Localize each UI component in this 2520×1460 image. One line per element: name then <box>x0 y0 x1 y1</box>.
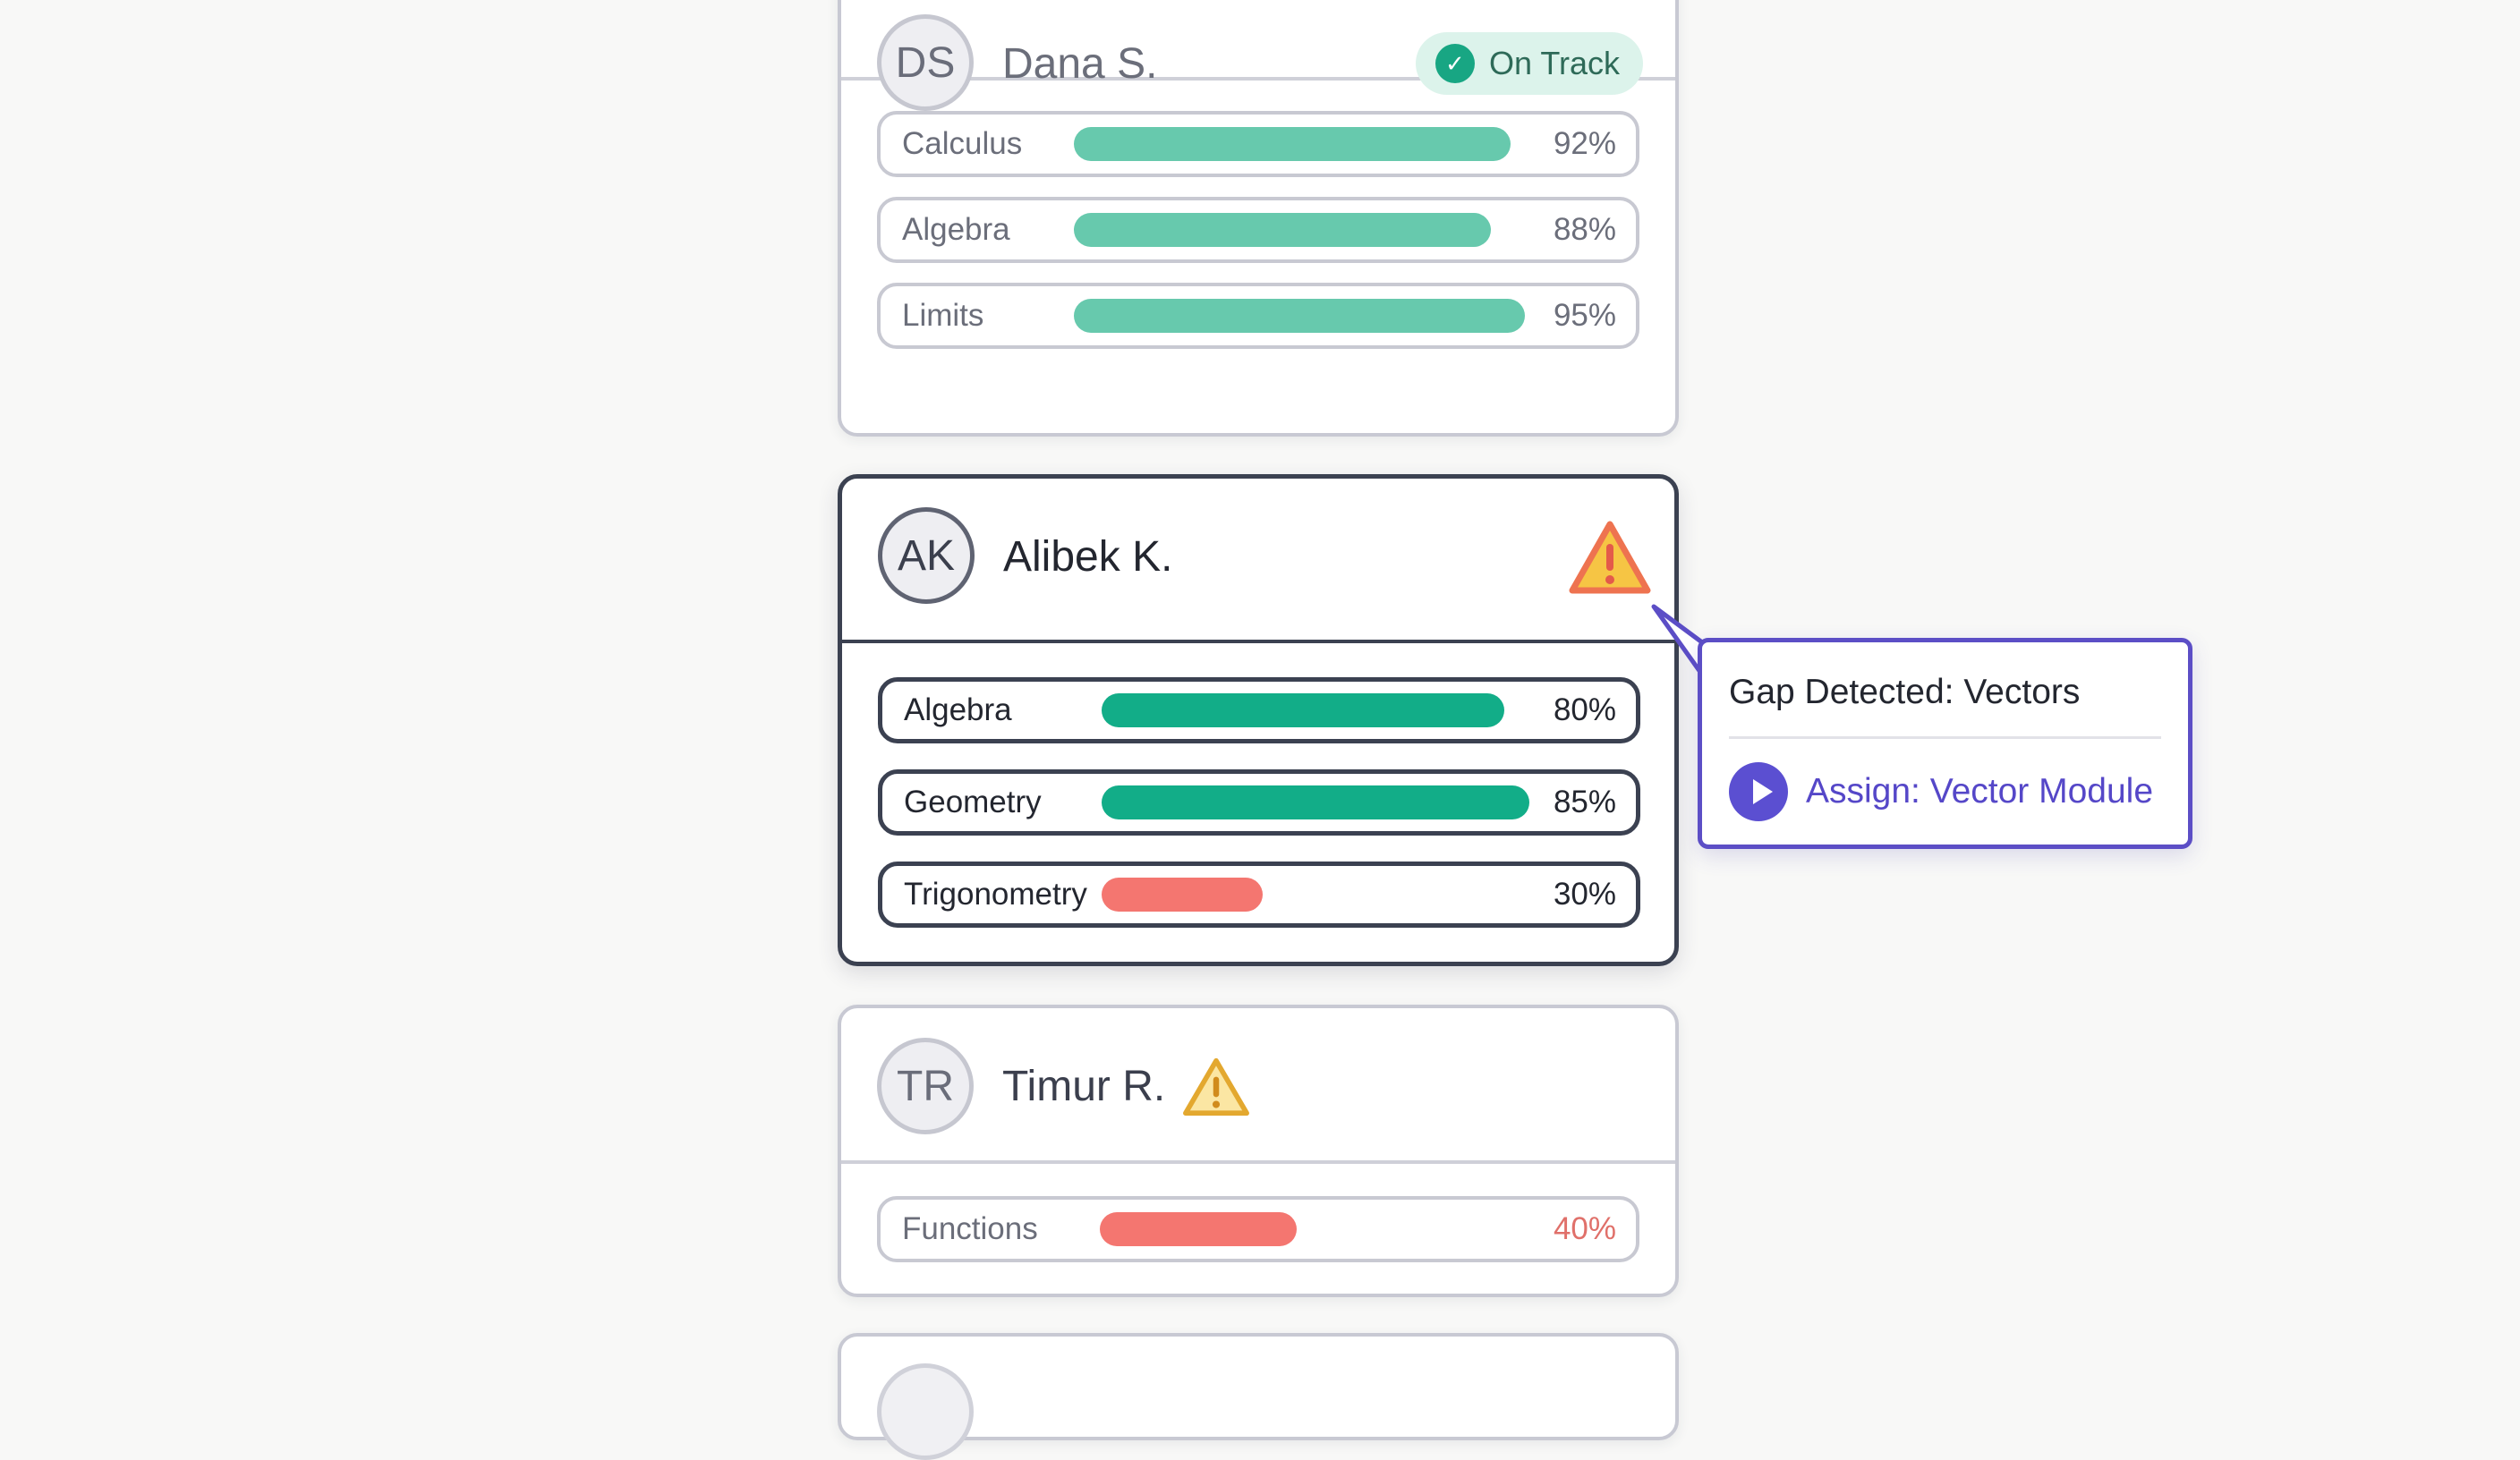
avatar: DS <box>877 14 974 111</box>
student-name: Alibek K. <box>1003 533 1173 581</box>
warning-icon[interactable] <box>1567 519 1653 598</box>
student-card-dana[interactable]: DS Dana S. ✓ On Track Calculus 92% Algeb… <box>838 0 1679 437</box>
subject-percent: 88% <box>1553 212 1616 247</box>
student-card-header: TR Timur R. <box>841 1008 1675 1164</box>
progress-bar <box>1100 1212 1592 1246</box>
subject-row[interactable]: Limits 95% <box>877 283 1639 349</box>
student-name: Dana S. <box>1002 40 1158 88</box>
subject-percent: 80% <box>1553 692 1616 727</box>
student-name: Timur R. <box>1002 1063 1166 1110</box>
tooltip-title: Gap Detected: Vectors <box>1729 673 2081 711</box>
progress-fill <box>1102 693 1504 727</box>
student-card-next[interactable] <box>838 1333 1679 1460</box>
subject-percent: 95% <box>1553 298 1616 333</box>
subject-name: Geometry <box>904 785 1042 819</box>
warning-icon[interactable] <box>1181 1055 1251 1119</box>
subject-row[interactable]: Calculus 92% <box>877 111 1639 177</box>
subject-percent: 85% <box>1553 785 1616 819</box>
divider <box>1729 736 2161 739</box>
subject-row[interactable]: Geometry 85% <box>878 769 1640 836</box>
progress-bar <box>1102 693 1605 727</box>
subject-percent: 92% <box>1553 126 1616 161</box>
gap-tooltip: Gap Detected: Vectors Assign: Vector Mod… <box>1698 638 2192 849</box>
check-circle-icon: ✓ <box>1435 44 1475 83</box>
status-label: On Track <box>1488 45 1620 81</box>
avatar <box>877 1363 974 1460</box>
student-card-header: DS Dana S. ✓ On Track <box>841 0 1675 111</box>
subject-row[interactable]: Functions 40% <box>877 1196 1639 1262</box>
status-badge: ✓ On Track <box>1415 32 1643 95</box>
subject-name: Calculus <box>902 126 1023 161</box>
progress-fill <box>1100 1212 1297 1246</box>
progress-bar <box>1074 127 1548 161</box>
progress-bar <box>1102 785 1605 819</box>
subject-name: Limits <box>902 298 984 333</box>
subject-name: Trigonometry <box>904 877 1087 912</box>
progress-bar <box>1074 299 1548 333</box>
subject-row[interactable]: Algebra 88% <box>877 197 1639 263</box>
progress-fill <box>1074 127 1511 161</box>
subject-name: Algebra <box>902 212 1010 247</box>
subject-name: Functions <box>902 1211 1038 1246</box>
subject-row[interactable]: Algebra 80% <box>878 677 1640 743</box>
student-card-header: AK Alibek K. <box>842 479 1674 643</box>
progress-fill <box>1102 785 1529 819</box>
subject-name: Algebra <box>904 692 1012 727</box>
subject-percent: 40% <box>1553 1211 1616 1246</box>
progress-fill <box>1102 878 1263 912</box>
assign-module-button[interactable]: Assign: Vector Module <box>1729 760 2153 823</box>
avatar: AK <box>878 507 975 604</box>
progress-fill <box>1074 213 1492 247</box>
assign-module-label: Assign: Vector Module <box>1806 772 2154 811</box>
play-icon <box>1729 762 1788 821</box>
student-card-timur[interactable]: TR Timur R. Functions 40% <box>838 1005 1679 1297</box>
student-card-alibek[interactable]: AK Alibek K. Algebra 80% Geometry 85% Tr… <box>838 474 1679 966</box>
progress-fill <box>1074 299 1525 333</box>
subject-row[interactable]: Trigonometry 30% <box>878 862 1640 928</box>
progress-bar <box>1074 213 1548 247</box>
subject-percent: 30% <box>1553 877 1616 912</box>
avatar: TR <box>877 1038 974 1134</box>
